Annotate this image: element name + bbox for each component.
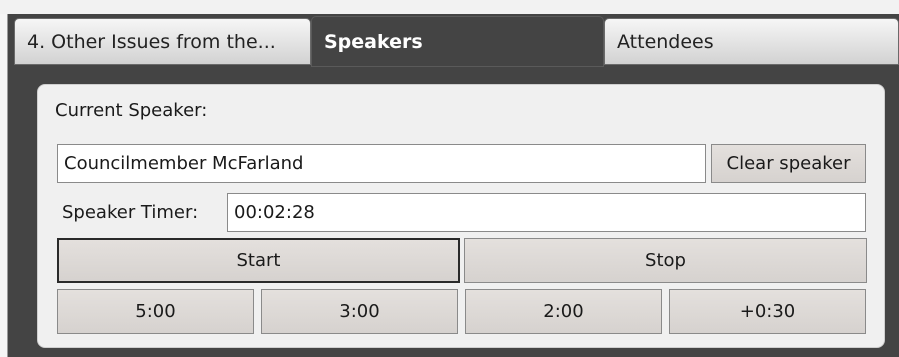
stop-button[interactable]: Stop <box>464 238 867 283</box>
clear-speaker-button[interactable]: Clear speaker <box>711 144 866 183</box>
tab-speakers-label: Speakers <box>324 30 423 53</box>
speaker-timer-label: Speaker Timer: <box>62 202 199 223</box>
current-speaker-value: Councilmember McFarland <box>64 153 304 174</box>
start-button[interactable]: Start <box>57 238 460 283</box>
tab-attendees[interactable]: Attendees <box>604 18 899 65</box>
speaker-timer-field[interactable]: 00:02:28 <box>227 193 866 232</box>
tab-attendees-label: Attendees <box>617 30 714 53</box>
preset-5-00-button[interactable]: 5:00 <box>57 289 254 334</box>
left-edge <box>0 14 8 357</box>
preset-2-00-button[interactable]: 2:00 <box>465 289 662 334</box>
add-30-seconds-button[interactable]: +0:30 <box>669 289 866 334</box>
current-speaker-label: Current Speaker: <box>55 100 208 121</box>
speaker-timer-window: 4. Other Issues from the... Speakers Att… <box>0 0 899 357</box>
current-speaker-field[interactable]: Councilmember McFarland <box>57 144 706 183</box>
speakers-panel: Current Speaker: Councilmember McFarland… <box>37 84 885 348</box>
tab-other-issues-label: 4. Other Issues from the... <box>27 30 276 53</box>
speaker-timer-value: 00:02:28 <box>234 202 315 223</box>
preset-3-00-button[interactable]: 3:00 <box>261 289 458 334</box>
tab-speakers[interactable]: Speakers <box>311 16 604 67</box>
tab-other-issues[interactable]: 4. Other Issues from the... <box>14 18 311 65</box>
top-strip <box>0 0 899 14</box>
